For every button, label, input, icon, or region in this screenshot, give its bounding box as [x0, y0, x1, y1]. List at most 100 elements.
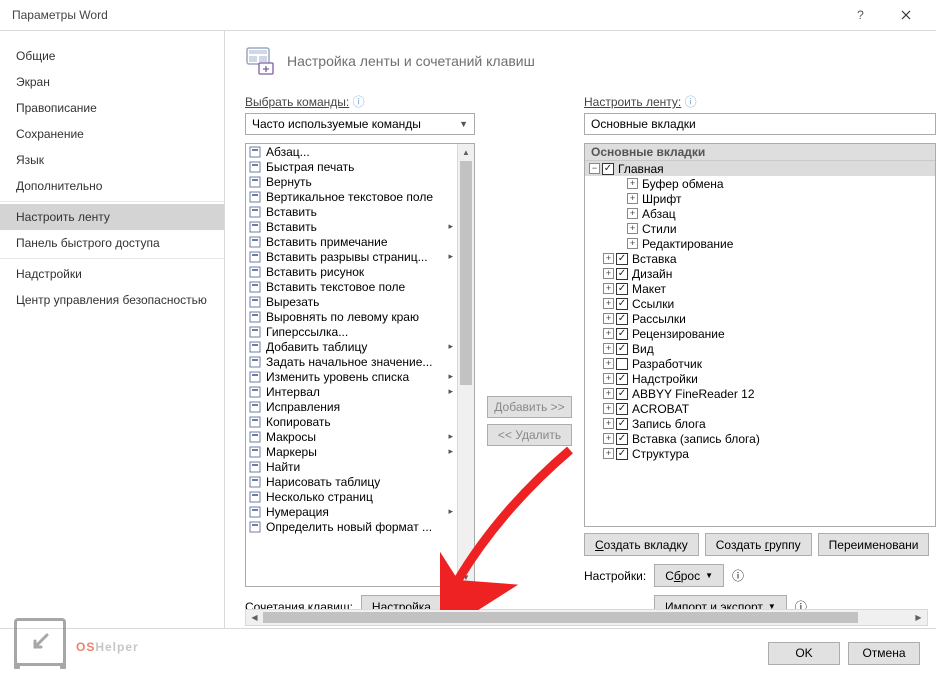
expand-toggle[interactable]: − — [589, 163, 600, 174]
scroll-left-button[interactable]: ◀ — [246, 610, 263, 625]
command-item[interactable]: Вставить▸ — [246, 219, 457, 234]
tree-row[interactable]: +Шрифт — [585, 191, 935, 206]
checkbox[interactable]: ✓ — [616, 313, 628, 325]
add-button[interactable]: Добавить >> — [487, 396, 572, 418]
tree-row[interactable]: +✓ABBYY FineReader 12 — [585, 386, 935, 401]
scroll-up-button[interactable]: ▲ — [458, 144, 474, 161]
sidebar-item[interactable]: Панель быстрого доступа — [0, 230, 224, 256]
tree-row[interactable]: −✓Главная — [585, 161, 935, 176]
checkbox[interactable]: ✓ — [616, 253, 628, 265]
tree-row[interactable]: +✓Вставка (запись блога) — [585, 431, 935, 446]
expand-toggle[interactable]: + — [627, 208, 638, 219]
tree-row[interactable]: +✓Вид — [585, 341, 935, 356]
sidebar-item[interactable]: Центр управления безопасностью — [0, 287, 224, 313]
expand-toggle[interactable]: + — [627, 178, 638, 189]
expand-toggle[interactable]: + — [603, 268, 614, 279]
tree-row[interactable]: +✓Рассылки — [585, 311, 935, 326]
tree-row[interactable]: +Буфер обмена — [585, 176, 935, 191]
checkbox[interactable]: ✓ — [616, 418, 628, 430]
expand-toggle[interactable]: + — [603, 343, 614, 354]
command-item[interactable]: Вставить рисунок — [246, 264, 457, 279]
expand-toggle[interactable]: + — [603, 403, 614, 414]
command-item[interactable]: Макросы▸ — [246, 429, 457, 444]
checkbox[interactable]: ✓ — [616, 403, 628, 415]
command-item[interactable]: Изменить уровень списка▸ — [246, 369, 457, 384]
tree-row[interactable]: +Разработчик — [585, 356, 935, 371]
command-item[interactable]: Найти — [246, 459, 457, 474]
tree-row[interactable]: +✓Макет — [585, 281, 935, 296]
sidebar-item[interactable]: Настроить ленту — [0, 204, 224, 230]
remove-button[interactable]: << Удалить — [487, 424, 572, 446]
reset-button[interactable]: Сброс▼ — [654, 564, 724, 587]
commands-listbox[interactable]: Абзац...Быстрая печатьВернутьВертикально… — [245, 143, 475, 587]
tree-row[interactable]: +✓Надстройки — [585, 371, 935, 386]
commands-source-combo[interactable]: Часто используемые команды▼ — [245, 113, 475, 135]
expand-toggle[interactable]: + — [603, 388, 614, 399]
sidebar-item[interactable]: Сохранение — [0, 121, 224, 147]
info-icon[interactable]: ⓘ — [685, 95, 697, 109]
command-item[interactable]: Быстрая печать — [246, 159, 457, 174]
tree-row[interactable]: +✓Ссылки — [585, 296, 935, 311]
command-item[interactable]: Вернуть — [246, 174, 457, 189]
info-icon[interactable]: ⓘ — [732, 567, 744, 584]
checkbox[interactable]: ✓ — [616, 433, 628, 445]
expand-toggle[interactable]: + — [603, 373, 614, 384]
scroll-right-button[interactable]: ▶ — [910, 610, 927, 625]
tree-row[interactable]: +Стили — [585, 221, 935, 236]
command-item[interactable]: Нарисовать таблицу — [246, 474, 457, 489]
checkbox[interactable]: ✓ — [616, 298, 628, 310]
command-item[interactable]: Маркеры▸ — [246, 444, 457, 459]
command-item[interactable]: Вставить примечание — [246, 234, 457, 249]
command-item[interactable]: Нумерация▸ — [246, 504, 457, 519]
sidebar-item[interactable]: Экран — [0, 69, 224, 95]
expand-toggle[interactable]: + — [603, 448, 614, 459]
expand-toggle[interactable]: + — [627, 238, 638, 249]
ribbon-tabs-combo[interactable]: Основные вкладки — [584, 113, 936, 135]
checkbox[interactable]: ✓ — [616, 343, 628, 355]
expand-toggle[interactable]: + — [603, 433, 614, 444]
commands-scrollbar[interactable]: ▲ ▼ — [457, 144, 474, 586]
checkbox[interactable] — [616, 358, 628, 370]
scroll-down-button[interactable]: ▼ — [458, 569, 474, 586]
command-item[interactable]: Интервал▸ — [246, 384, 457, 399]
close-button[interactable] — [883, 0, 928, 30]
expand-toggle[interactable]: + — [603, 358, 614, 369]
sidebar-item[interactable]: Язык — [0, 147, 224, 173]
expand-toggle[interactable]: + — [603, 298, 614, 309]
command-item[interactable]: Копировать — [246, 414, 457, 429]
tree-row[interactable]: +✓Структура — [585, 446, 935, 461]
command-item[interactable]: Несколько страниц — [246, 489, 457, 504]
help-button[interactable]: ? — [838, 0, 883, 30]
checkbox[interactable]: ✓ — [616, 283, 628, 295]
command-item[interactable]: Вставить текстовое поле — [246, 279, 457, 294]
expand-toggle[interactable]: + — [627, 193, 638, 204]
expand-toggle[interactable]: + — [603, 313, 614, 324]
expand-toggle[interactable]: + — [627, 223, 638, 234]
command-item[interactable]: Вставить — [246, 204, 457, 219]
command-item[interactable]: Вырезать — [246, 294, 457, 309]
tree-row[interactable]: +Редактирование — [585, 236, 935, 251]
ok-button[interactable]: OK — [768, 642, 840, 665]
checkbox[interactable]: ✓ — [616, 388, 628, 400]
command-item[interactable]: Вставить разрывы страниц...▸ — [246, 249, 457, 264]
tree-row[interactable]: +Абзац — [585, 206, 935, 221]
tree-row[interactable]: +✓Рецензирование — [585, 326, 935, 341]
rename-button[interactable]: Переименовани — [818, 533, 930, 556]
expand-toggle[interactable]: + — [603, 328, 614, 339]
sidebar-item[interactable]: Надстройки — [0, 261, 224, 287]
expand-toggle[interactable]: + — [603, 253, 614, 264]
ribbon-tree[interactable]: Основные вкладки −✓Главная+Буфер обмена+… — [584, 143, 936, 527]
expand-toggle[interactable]: + — [603, 418, 614, 429]
sidebar-item[interactable]: Правописание — [0, 95, 224, 121]
tree-row[interactable]: +✓Запись блога — [585, 416, 935, 431]
cancel-button[interactable]: Отмена — [848, 642, 920, 665]
command-item[interactable]: Исправления — [246, 399, 457, 414]
command-item[interactable]: Вертикальное текстовое поле — [246, 189, 457, 204]
tree-row[interactable]: +✓ACROBAT — [585, 401, 935, 416]
info-icon[interactable]: ⓘ — [353, 95, 365, 109]
checkbox[interactable]: ✓ — [616, 448, 628, 460]
checkbox[interactable]: ✓ — [602, 163, 614, 175]
checkbox[interactable]: ✓ — [616, 268, 628, 280]
command-item[interactable]: Задать начальное значение... — [246, 354, 457, 369]
tree-row[interactable]: +✓Вставка — [585, 251, 935, 266]
